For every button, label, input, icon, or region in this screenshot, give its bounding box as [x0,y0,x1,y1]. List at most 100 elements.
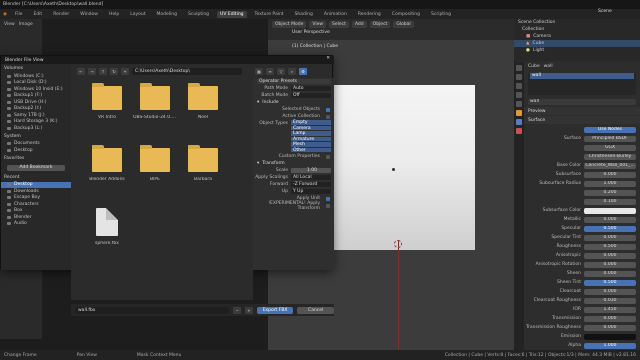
scene-name[interactable]: Scene [598,9,612,14]
active-collection-checkbox[interactable] [326,114,330,119]
property-value[interactable]: 0.000 [584,315,636,322]
property-value[interactable]: 0.500 [584,225,636,232]
apply-unit-checkbox[interactable] [326,196,330,201]
menu-object[interactable]: Object [369,21,391,28]
tab-uv-editing[interactable]: UV Editing [217,10,247,18]
mode-select[interactable]: Object Mode [272,21,307,28]
property-value[interactable]: 1.450 [584,306,636,313]
property-value[interactable]: 0.500 [584,279,636,286]
folder-item[interactable]: OBS-Studio-24.0.3-Full-x64 [133,83,177,120]
tab-animation[interactable]: Animation [321,11,350,18]
property-value[interactable]: 0.000 [584,252,636,259]
property-value[interactable]: 0.500 [584,243,636,250]
folder-item[interactable]: Noel [181,83,225,120]
surface-section[interactable]: Surface [524,116,640,124]
wall-mesh[interactable] [330,85,475,250]
recent-header[interactable]: Recent [1,173,71,182]
view-icon[interactable]: ▦ [255,67,263,75]
property-value[interactable]: Principled BSDF [584,135,636,142]
folder-item[interactable]: Blender Addons [85,145,129,182]
filter-icon[interactable]: ▽ [277,67,285,75]
refresh-icon[interactable]: ↻ [110,67,118,75]
property-value[interactable]: 0.030 [584,297,636,304]
outliner-light[interactable]: ● Light [514,47,640,54]
menu-edit[interactable]: Edit [30,11,45,18]
recent-item[interactable]: Audio [1,221,71,228]
transform-section[interactable]: ▾ Transform [253,160,334,167]
system-header[interactable]: System [1,132,71,141]
volumes-header[interactable]: Volumes [1,64,71,73]
property-value[interactable]: Christensen-Burley [584,153,636,160]
custom-properties-checkbox[interactable] [326,154,330,159]
dialog-titlebar[interactable]: Blender File View [1,56,334,64]
object-type-option[interactable]: Other [291,147,331,153]
forward-dropdown[interactable]: -Z Forward [291,181,331,188]
menu-view[interactable]: View [309,21,327,28]
tab-sculpting[interactable]: Sculpting [185,11,212,18]
menu-add[interactable]: Add [351,21,367,28]
operator-presets-dropdown[interactable]: Operator Presets [257,78,331,85]
property-value[interactable]: 1.000 [584,180,636,187]
material-datablock-name[interactable]: wall [528,98,636,105]
folder-item[interactable]: VR Intro [85,83,129,120]
experimental-checkbox[interactable] [326,203,330,208]
increment-icon[interactable]: + [245,306,253,314]
batch-mode-dropdown[interactable]: Off [291,92,331,99]
parent-dir-icon[interactable]: ↑ [99,67,107,75]
property-value[interactable]: Concrete_Wall_001_... [584,162,636,169]
export-fbx-button[interactable]: Export FBX [256,306,294,314]
back-icon[interactable]: ← [77,67,85,75]
tab-compositing[interactable]: Compositing [389,11,423,18]
material-slot[interactable]: wall [530,73,634,79]
property-value[interactable]: 0.000 [584,288,636,295]
material-slot-list[interactable]: wall [528,73,636,95]
tab-modeling[interactable]: Modeling [154,11,180,18]
tab-layout[interactable]: Layout [127,11,148,18]
apply-scalings-dropdown[interactable]: All Local [291,174,331,181]
modifier-tab-icon[interactable] [516,119,522,125]
property-value[interactable]: 1.000 [584,342,636,349]
use-nodes-button[interactable]: Use Nodes [584,126,636,133]
include-section[interactable]: ▾ Include [253,99,334,106]
new-folder-icon[interactable]: + [121,67,129,75]
property-value[interactable]: GGX [584,144,636,151]
path-mode-dropdown[interactable]: Auto [291,85,331,92]
sort-icon[interactable]: ≡ [266,67,274,75]
folder-item[interactable]: BIPE [133,145,177,182]
filename-field[interactable]: wall.fbx [75,306,230,314]
menu-image[interactable]: Image [19,22,33,27]
property-value[interactable]: 0.000 [584,270,636,277]
outliner-cube[interactable]: ▲ Cube [514,40,640,47]
world-tab-icon[interactable] [516,101,522,107]
path-field[interactable]: C:\Users\Axeth\Desktop\ [132,67,242,75]
up-dropdown[interactable]: Y Up [291,188,331,195]
tab-rendering[interactable]: Rendering [355,11,384,18]
property-value[interactable]: 0.000 [584,216,636,223]
material-name[interactable]: wall [544,64,553,69]
menu-select[interactable]: Select [329,21,349,28]
search-icon[interactable]: ⌕ [288,67,296,75]
scene-tab-icon[interactable] [516,92,522,98]
output-tab-icon[interactable] [516,83,522,89]
orientation-select[interactable]: Global [393,21,414,28]
property-value[interactable]: 0.000 [584,171,636,178]
file-item[interactable]: sphere.fbx [85,208,129,246]
3d-cursor[interactable] [394,240,402,248]
object-tab-icon[interactable] [516,110,522,116]
property-value[interactable]: 0.000 [584,261,636,268]
tab-shading[interactable]: Shading [292,11,316,18]
render-tab-icon[interactable] [516,74,522,80]
cancel-button[interactable]: Cancel [297,306,334,314]
forward-icon[interactable]: → [88,67,96,75]
menu-view[interactable]: View [4,22,15,27]
property-value[interactable] [584,207,636,214]
outliner-camera[interactable]: ■ Camera [514,33,640,40]
selected-objects-checkbox[interactable] [326,107,330,112]
menu-render[interactable]: Render [50,11,72,18]
tab-scripting[interactable]: Scripting [428,11,454,18]
tab-texture-paint[interactable]: Texture Paint [252,11,287,18]
material-tab-icon[interactable] [516,128,522,134]
decrement-icon[interactable]: − [233,306,242,314]
tool-tab-icon[interactable] [516,65,522,71]
menu-window[interactable]: Window [77,11,101,18]
